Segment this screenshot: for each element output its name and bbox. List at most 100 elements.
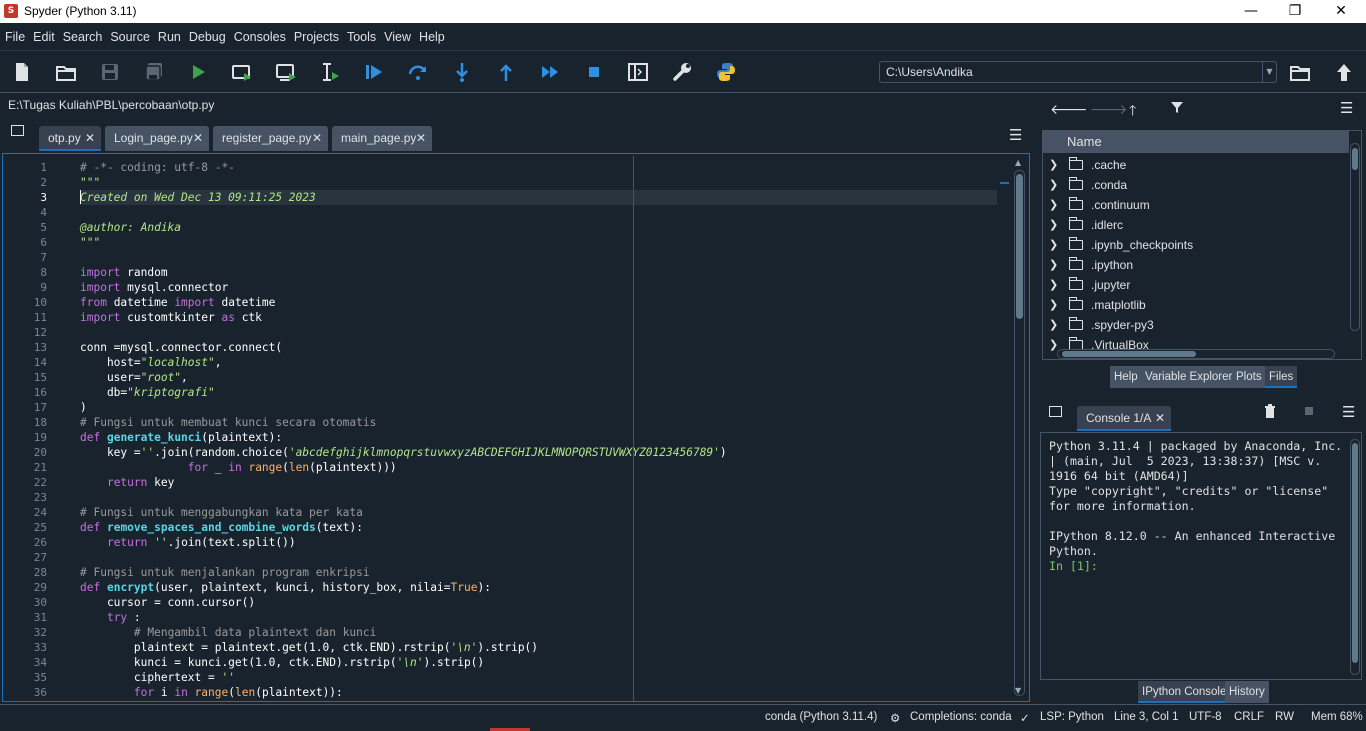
continue-icon[interactable] (538, 60, 562, 84)
file-tree-item[interactable]: ❯ .ipynb_checkpoints (1043, 235, 1349, 255)
chevron-right-icon[interactable]: ❯ (1049, 155, 1058, 175)
open-file-icon[interactable] (54, 60, 78, 84)
restore-button[interactable]: ❐ (1272, 0, 1318, 23)
code-line[interactable]: @author: Andika (80, 220, 181, 235)
menu-consoles[interactable]: Consoles (231, 23, 289, 51)
file-tree[interactable]: Name ❯ .cache ❯ .conda ❯ .continuum ❯ .idlerc ❯.… (1042, 130, 1362, 360)
editor-options-menu-icon[interactable]: ☰ (1009, 126, 1022, 144)
file-tree-item[interactable]: ❯ .idlerc (1043, 215, 1349, 235)
code-line[interactable]: plaintext = plaintext.get(1.0, ctk.END).… (80, 640, 538, 655)
menu-help[interactable]: Help (416, 23, 448, 51)
chevron-down-icon[interactable]: ▼ (1262, 62, 1276, 82)
close-window-button[interactable]: ✕ (1318, 0, 1364, 23)
console-scrollbar[interactable] (1350, 439, 1360, 675)
tree-horizontal-scrollbar[interactable] (1057, 349, 1335, 359)
files-options-menu-icon[interactable]: ☰ (1340, 99, 1353, 117)
code-line[interactable]: ) (80, 400, 87, 415)
code-line[interactable]: try : (80, 610, 141, 625)
run-file-icon[interactable] (186, 60, 210, 84)
code-line[interactable]: from datetime import datetime (80, 295, 275, 310)
run-cell-icon[interactable] (230, 60, 254, 84)
menu-debug[interactable]: Debug (186, 23, 229, 51)
code-line[interactable]: kunci = kunci.get(1.0, ctk.END).rstrip('… (80, 655, 484, 670)
chevron-right-icon[interactable]: ❯ (1049, 295, 1058, 315)
menu-projects[interactable]: Projects (291, 23, 342, 51)
code-line[interactable]: host="localhost", (80, 355, 222, 370)
code-line[interactable]: # Fungsi untuk menjalankan program enkri… (80, 565, 370, 580)
code-line[interactable]: return key (80, 475, 174, 490)
close-icon[interactable]: ✕ (312, 126, 322, 151)
code-line[interactable]: import customtkinter as ctk (80, 310, 262, 325)
menu-view[interactable]: View (381, 23, 414, 51)
run-cell-advance-icon[interactable] (274, 60, 298, 84)
tab-ipython-console[interactable]: IPython Console (1138, 681, 1231, 703)
browse-folder-icon[interactable] (1288, 60, 1312, 84)
tab-history[interactable]: History (1225, 681, 1269, 703)
name-column-header[interactable]: Name (1043, 131, 1349, 153)
chevron-right-icon[interactable]: ❯ (1049, 195, 1058, 215)
new-file-icon[interactable] (10, 60, 34, 84)
code-line[interactable]: """ (80, 175, 100, 190)
scrollbar-thumb[interactable] (1016, 174, 1023, 319)
status-lsp[interactable]: LSP: Python (1040, 711, 1104, 723)
code-area[interactable]: # -*- coding: utf-8 -*- """ Created on Wed… (80, 154, 997, 701)
tab-otp[interactable]: otp.py ✕ (39, 126, 101, 151)
file-tree-item[interactable]: ❯ .cache (1043, 155, 1349, 175)
scroll-up-arrow-icon[interactable]: ▲ (1015, 158, 1021, 167)
console-options-menu-icon[interactable]: ☰ (1342, 403, 1355, 421)
chevron-right-icon[interactable]: ❯ (1049, 215, 1058, 235)
console-output[interactable]: Python 3.11.4 | packaged by Anaconda, In… (1040, 432, 1362, 680)
code-line[interactable]: user="root", (80, 370, 188, 385)
debug-file-icon[interactable] (362, 60, 386, 84)
menu-source[interactable]: Source (107, 23, 153, 51)
code-line[interactable]: import mysql.connector (80, 280, 228, 295)
working-directory-combobox[interactable]: ▼ (879, 61, 1277, 83)
file-tree-item[interactable]: ❯ .matplotlib (1043, 295, 1349, 315)
stop-kernel-icon[interactable] (1305, 407, 1313, 415)
close-icon[interactable]: ✕ (193, 126, 203, 151)
minimize-button[interactable]: — (1228, 0, 1274, 23)
file-tree-item[interactable]: ❯ .jupyter (1043, 275, 1349, 295)
save-all-icon[interactable] (142, 60, 166, 84)
parent-folder-arrow-icon[interactable]: 🡑 (1129, 100, 1136, 124)
code-editor[interactable]: 1 2 3 4 5 6 7 8 9 10 11 12 13 14 15 16 17 18 19 20 21 22 23 24 2… (2, 153, 1030, 702)
code-line[interactable]: # -*- coding: utf-8 -*- (80, 160, 235, 175)
preferences-wrench-icon[interactable] (670, 60, 694, 84)
close-icon[interactable]: ✕ (416, 126, 426, 151)
menu-run[interactable]: Run (155, 23, 184, 51)
code-line[interactable]: """ (80, 235, 100, 250)
status-environment[interactable]: conda (Python 3.11.4) (765, 711, 877, 723)
tree-vertical-scrollbar[interactable] (1350, 143, 1360, 331)
chevron-right-icon[interactable]: ❯ (1049, 255, 1058, 275)
scrollbar-thumb[interactable] (1352, 443, 1358, 663)
file-tree-item[interactable]: ❯ .conda (1043, 175, 1349, 195)
chevron-right-icon[interactable]: ❯ (1049, 315, 1058, 335)
tab-register-page[interactable]: register_page.py ✕ (213, 126, 328, 151)
menu-file[interactable]: File (2, 23, 28, 51)
trash-icon[interactable] (1264, 404, 1276, 421)
code-line[interactable]: def encrypt(user, plaintext, kunci, hist… (80, 580, 491, 595)
code-line[interactable]: import random (80, 265, 168, 280)
code-line[interactable]: return ''.join(text.split()) (80, 535, 296, 550)
code-line[interactable]: db="kriptografi" (80, 385, 215, 400)
tab-variable-explorer[interactable]: Variable Explorer (1141, 366, 1237, 388)
forward-arrow-icon[interactable]: 🡒 (1090, 101, 1128, 118)
code-line[interactable]: conn =mysql.connector.connect( (80, 340, 282, 355)
tab-main-page[interactable]: main_page.py ✕ (332, 126, 432, 151)
stop-debug-icon[interactable] (582, 60, 606, 84)
code-line[interactable]: def generate_kunci(plaintext): (80, 430, 282, 445)
code-line[interactable]: for i in range(len(plaintext)): (80, 685, 343, 700)
working-directory-input[interactable] (886, 64, 1256, 80)
menu-tools[interactable]: Tools (344, 23, 379, 51)
step-return-icon[interactable] (494, 60, 518, 84)
step-into-icon[interactable] (450, 60, 474, 84)
code-line[interactable]: # Mengambil data plaintext dan kunci (80, 625, 376, 640)
code-line[interactable]: # Fungsi untuk menggabungkan kata per ka… (80, 505, 363, 520)
code-line[interactable]: cursor = conn.cursor() (80, 595, 255, 610)
code-line[interactable]: def remove_spaces_and_combine_words(text… (80, 520, 363, 535)
chevron-right-icon[interactable]: ❯ (1049, 235, 1058, 255)
scroll-down-arrow-icon[interactable]: ▼ (1015, 686, 1021, 695)
menu-edit[interactable]: Edit (30, 23, 58, 51)
maximize-pane-icon[interactable] (626, 60, 650, 84)
python-path-manager-icon[interactable] (714, 60, 738, 84)
